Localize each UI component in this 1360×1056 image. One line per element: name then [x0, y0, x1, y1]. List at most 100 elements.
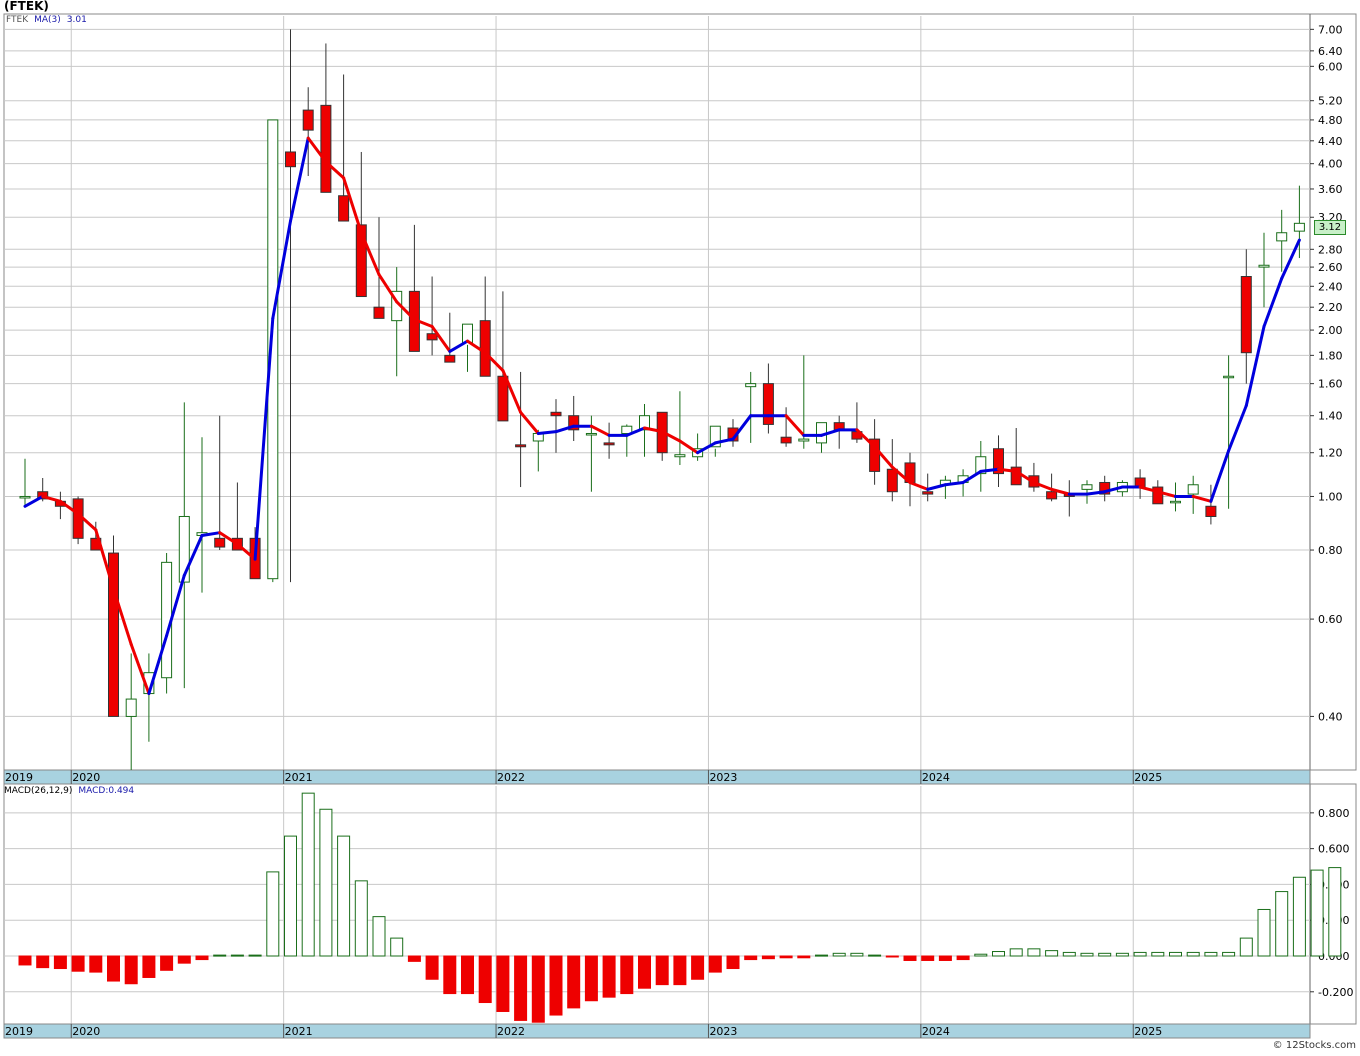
- x-axis-year-label: 2020: [72, 771, 100, 784]
- candle-body: [1240, 276, 1252, 354]
- macd-bar: [266, 871, 280, 957]
- macd-bar: [1080, 952, 1094, 957]
- macd-bar: [1045, 950, 1059, 957]
- macd-bar: [1062, 951, 1076, 957]
- macd-bar: [620, 955, 634, 995]
- macd-bar: [160, 955, 174, 971]
- price-tick-label: 6.40: [1318, 45, 1343, 58]
- macd-x-axis-year-label: 2025: [1134, 1025, 1162, 1038]
- macd-label: MACD(26,12,9): [4, 786, 73, 796]
- macd-x-axis-year-label: 2023: [709, 1025, 737, 1038]
- candle-body: [373, 306, 385, 319]
- macd-bar: [71, 955, 85, 972]
- candle-body: [1170, 500, 1181, 504]
- macd-bar: [319, 808, 333, 957]
- macd-value: MACD:0.494: [78, 786, 135, 796]
- x-axis-year-label: 2025: [1134, 771, 1162, 784]
- x-axis-year-label: 2023: [709, 771, 737, 784]
- macd-bar: [213, 954, 227, 957]
- macd-tick-label: -0.200: [1318, 986, 1353, 999]
- price-tick-label: 1.00: [1318, 490, 1343, 503]
- macd-bar: [230, 954, 244, 957]
- macd-bar: [36, 955, 50, 969]
- macd-bar: [567, 955, 581, 1009]
- macd-bar: [797, 955, 811, 959]
- macd-bar: [142, 955, 156, 978]
- x-axis-year-label: 2021: [285, 771, 313, 784]
- x-axis-year-label: 2022: [497, 771, 525, 784]
- macd-bar: [726, 955, 740, 970]
- macd-x-axis-year-label: 2024: [922, 1025, 950, 1038]
- macd-bar: [903, 955, 917, 961]
- x-axis-year-label: 2019: [5, 771, 33, 784]
- macd-bar: [53, 955, 67, 970]
- price-tick-label: 2.00: [1318, 324, 1343, 337]
- macd-bar: [1151, 951, 1165, 957]
- legend-symbol: FTEK: [6, 15, 29, 25]
- candle-body: [1046, 491, 1058, 500]
- macd-legend: MACD(26,12,9) MACD:0.494: [4, 786, 134, 796]
- macd-bar: [1239, 937, 1253, 957]
- price-tick-label: 1.80: [1318, 349, 1343, 362]
- candle-body: [497, 375, 509, 422]
- price-tick-label: 4.80: [1318, 114, 1343, 127]
- candle-body: [1205, 505, 1217, 517]
- macd-bar: [868, 954, 882, 957]
- macd-x-axis-band: [3, 1023, 1311, 1039]
- ma-line-segment: [536, 430, 558, 435]
- candle-body: [780, 436, 792, 444]
- price-legend: FTEK MA(3) 3.01: [6, 15, 93, 25]
- macd-bar: [177, 955, 191, 964]
- candle-body: [1258, 264, 1270, 268]
- stock-chart: 0.40 0.60 0.80 1.00 1.20 1.40 1.60 1.80 2.00 2.20…: [0, 0, 1360, 1056]
- macd-bar: [195, 955, 209, 961]
- macd-bar: [425, 955, 439, 980]
- macd-bar: [461, 955, 474, 995]
- price-tick-label: 4.40: [1318, 135, 1343, 148]
- macd-bar: [18, 955, 32, 966]
- macd-bar: [478, 955, 492, 1004]
- price-tick-label: 1.20: [1318, 447, 1343, 460]
- macd-bar: [1009, 948, 1023, 957]
- macd-bar: [1292, 876, 1306, 957]
- candle-body: [745, 383, 757, 388]
- macd-bar: [921, 955, 935, 961]
- candle-body: [444, 354, 456, 363]
- candle-body: [674, 454, 686, 458]
- macd-bar: [354, 880, 368, 957]
- macd-bar: [584, 955, 598, 1002]
- macd-bar: [1310, 869, 1324, 957]
- candle-body: [1276, 232, 1288, 242]
- legend-ma-value: 3.01: [66, 15, 87, 25]
- macd-bar: [337, 835, 351, 957]
- price-tick-label: 1.60: [1318, 378, 1343, 391]
- macd-bar: [1275, 891, 1289, 957]
- macd-bar: [1204, 951, 1218, 957]
- macd-bar: [301, 792, 315, 957]
- macd-bar: [89, 955, 103, 973]
- macd-bar: [1133, 951, 1147, 957]
- macd-bar: [1328, 867, 1342, 957]
- chart-canvas: 0.40 0.60 0.80 1.00 1.20 1.40 1.60 1.80 2.00 2.20…: [3, 13, 1357, 1039]
- macd-bar: [1257, 908, 1271, 957]
- price-x-axis-band: [3, 769, 1311, 785]
- price-tick-label: 0.40: [1318, 710, 1343, 723]
- candle-body: [125, 698, 137, 717]
- macd-bar: [974, 953, 988, 957]
- macd-bar: [531, 955, 545, 1023]
- candle-body: [214, 537, 226, 548]
- macd-bar: [850, 952, 864, 957]
- macd-x-axis-year-label: 2019: [5, 1025, 33, 1038]
- macd-bar: [107, 955, 120, 982]
- macd-panel-frame: [3, 783, 1357, 1025]
- macd-x-axis-year-label: 2021: [285, 1025, 313, 1038]
- candle-body: [338, 195, 350, 222]
- price-tick-label: 2.80: [1318, 243, 1343, 256]
- macd-bar: [708, 955, 722, 973]
- price-tick-label: 2.40: [1318, 280, 1343, 293]
- macd-bar: [938, 955, 952, 961]
- macd-tick-label: 0.800: [1318, 807, 1350, 820]
- candle-body: [886, 468, 898, 493]
- price-tick-label: 3.60: [1318, 183, 1343, 196]
- macd-bar: [407, 955, 421, 962]
